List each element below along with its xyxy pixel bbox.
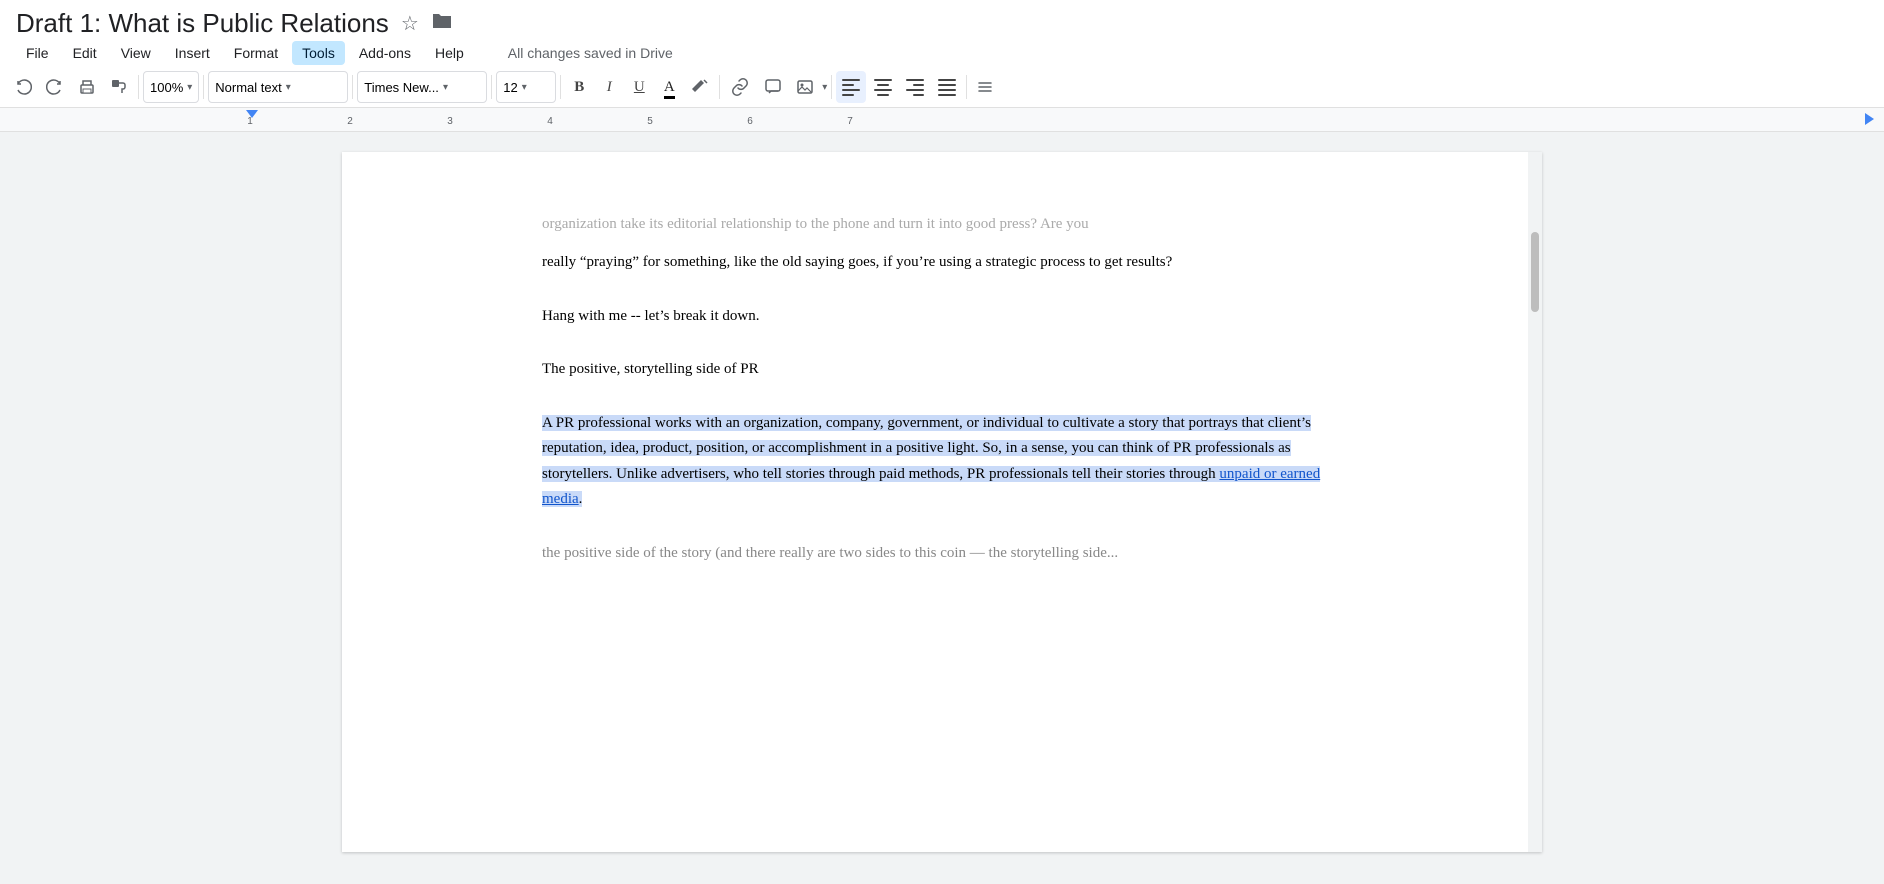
menu-bar: File Edit View Insert Format Tools Add-o… (0, 39, 1884, 67)
align-left-icon (842, 79, 860, 96)
size-chevron: ▾ (522, 82, 527, 93)
text-color-icon: A (664, 79, 675, 95)
align-right-button[interactable] (900, 71, 930, 103)
faded-paragraph: organization take its editorial relation… (542, 212, 1362, 234)
bottom-text: the positive side of the story (and ther… (542, 545, 1118, 561)
ruler-tick-6: 6 (700, 116, 800, 127)
menu-view[interactable]: View (111, 41, 161, 65)
ruler-numbers: 1 2 3 4 5 6 7 (200, 116, 900, 127)
zoom-chevron: ▾ (187, 82, 192, 93)
zoom-select[interactable]: 100% ▾ (143, 71, 199, 103)
style-value: Normal text (215, 80, 281, 95)
ruler-tick-1: 1 (200, 116, 300, 127)
align-center-icon (874, 79, 892, 96)
font-select[interactable]: Times New... ▾ (357, 71, 487, 103)
text-color-button[interactable]: A (655, 71, 683, 103)
align-justify-button[interactable] (932, 71, 962, 103)
paragraph-2: Hang with me -- let’s break it down. (542, 304, 1362, 330)
menu-help[interactable]: Help (425, 41, 474, 65)
align-right-icon (906, 79, 924, 96)
separator-1 (138, 75, 139, 99)
scrollbar-thumb[interactable] (1531, 232, 1539, 312)
font-chevron: ▾ (443, 82, 448, 93)
toolbar: 100% ▾ Normal text ▾ Times New... ▾ 12 ▾… (0, 67, 1884, 108)
after-link: . (579, 491, 583, 507)
style-select[interactable]: Normal text ▾ (208, 71, 348, 103)
title-bar: Draft 1: What is Public Relations ☆ (0, 0, 1884, 39)
star-icon[interactable]: ☆ (401, 11, 419, 36)
print-button[interactable] (72, 71, 102, 103)
paragraph-1: really “praying” for something, like the… (542, 250, 1362, 276)
highlighted-paragraph: A PR professional works with an organiza… (542, 411, 1362, 513)
ruler-tick-7: 7 (800, 116, 900, 127)
bold-button[interactable]: B (565, 71, 593, 103)
para2-text: Hang with me -- let’s break it down. (542, 308, 759, 324)
align-center-button[interactable] (868, 71, 898, 103)
paragraph-3: The positive, storytelling side of PR (542, 357, 1362, 383)
undo-button[interactable] (8, 71, 38, 103)
separator-4 (491, 75, 492, 99)
document-area: organization take its editorial relation… (0, 132, 1884, 872)
image-button[interactable] (790, 71, 820, 103)
menu-addons[interactable]: Add-ons (349, 41, 421, 65)
ruler-right-marker[interactable] (1865, 113, 1874, 125)
highlight-main: A PR professional works with an organiza… (542, 415, 1311, 482)
menu-file[interactable]: File (16, 41, 59, 65)
document-page[interactable]: organization take its editorial relation… (342, 152, 1542, 852)
para1-text: really “praying” for something, like the… (542, 254, 1172, 270)
link-button[interactable] (724, 71, 756, 103)
align-left-button[interactable] (836, 71, 866, 103)
zoom-value: 100% (150, 80, 183, 95)
font-value: Times New... (364, 80, 439, 95)
redo-button[interactable] (40, 71, 70, 103)
ruler: 1 2 3 4 5 6 7 (0, 108, 1884, 132)
separator-6 (719, 75, 720, 99)
bottom-paragraph: the positive side of the story (and ther… (542, 541, 1362, 567)
menu-insert[interactable]: Insert (165, 41, 220, 65)
align-justify-icon (938, 79, 956, 96)
ruler-tick-4: 4 (500, 116, 600, 127)
para3-text: The positive, storytelling side of PR (542, 361, 759, 377)
saved-status: All changes saved in Drive (498, 41, 683, 65)
ruler-tick-5: 5 (600, 116, 700, 127)
more-button[interactable] (971, 71, 999, 103)
highlighted-text: A PR professional works with an organiza… (542, 415, 1320, 508)
highlight-button[interactable] (685, 71, 715, 103)
ruler-tick-2: 2 (300, 116, 400, 127)
folder-icon[interactable] (431, 12, 453, 36)
separator-5 (560, 75, 561, 99)
size-value: 12 (503, 80, 517, 95)
paint-format-button[interactable] (104, 71, 134, 103)
separator-8 (966, 75, 967, 99)
separator-2 (203, 75, 204, 99)
separator-3 (352, 75, 353, 99)
text-color-bar (664, 96, 675, 99)
menu-edit[interactable]: Edit (63, 41, 107, 65)
size-select[interactable]: 12 ▾ (496, 71, 556, 103)
separator-7 (831, 75, 832, 99)
image-chevron[interactable]: ▾ (822, 82, 827, 93)
style-chevron: ▾ (286, 82, 291, 93)
comment-button[interactable] (758, 71, 788, 103)
scrollbar[interactable] (1528, 152, 1542, 852)
document-title[interactable]: Draft 1: What is Public Relations (16, 8, 389, 39)
menu-format[interactable]: Format (224, 41, 288, 65)
italic-button[interactable]: I (595, 71, 623, 103)
ruler-tick-3: 3 (400, 116, 500, 127)
document-content: organization take its editorial relation… (542, 212, 1362, 566)
menu-tools[interactable]: Tools (292, 41, 345, 65)
underline-button[interactable]: U (625, 71, 653, 103)
